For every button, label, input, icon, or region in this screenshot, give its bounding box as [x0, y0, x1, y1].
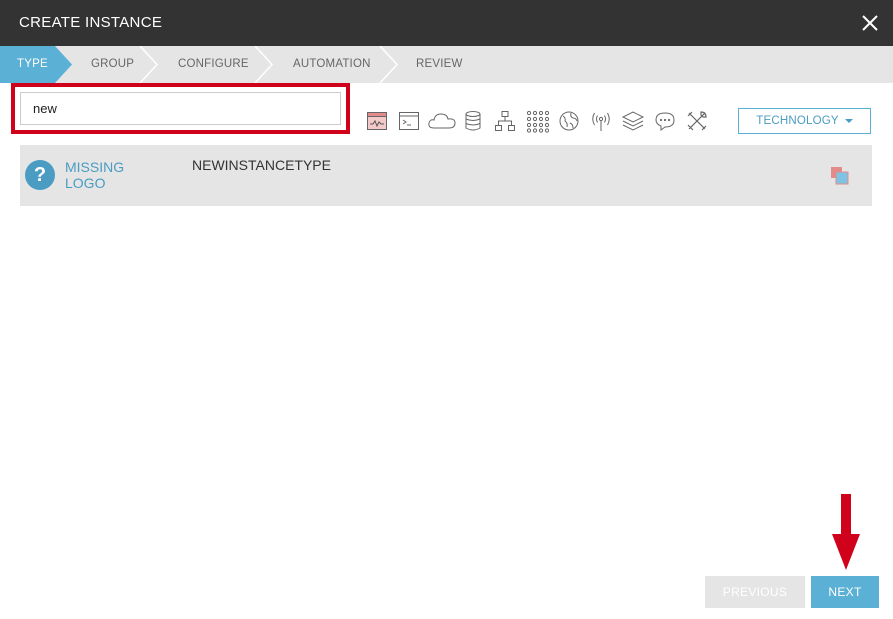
database-icon[interactable]	[461, 109, 485, 133]
chat-icon[interactable]	[653, 109, 677, 133]
arrow-down-indicator-icon	[832, 494, 860, 570]
caret-down-icon	[844, 118, 853, 123]
technology-dropdown[interactable]: TECHNOLOGY	[738, 108, 871, 134]
network-icon[interactable]	[493, 109, 517, 133]
wizard-steps: TYPE GROUP CONFIGURE AUTOMATION REVIEW	[0, 46, 893, 83]
cloud-icon[interactable]	[427, 109, 457, 133]
broadcast-icon[interactable]	[589, 109, 613, 133]
instance-type-row[interactable]: ? MISSING LOGO NEWINSTANCETYPE	[20, 145, 872, 206]
web-app-icon[interactable]	[365, 109, 389, 133]
modal-header: CREATE INSTANCE	[0, 0, 893, 46]
step-type[interactable]: TYPE	[17, 46, 48, 83]
create-instance-modal: CREATE INSTANCE TYPE GROUP CONFIGURE AUT…	[0, 0, 893, 619]
modal-title: CREATE INSTANCE	[19, 14, 163, 31]
tools-icon[interactable]	[685, 109, 709, 133]
copy-layers-icon[interactable]	[830, 166, 850, 186]
grid-icon[interactable]	[525, 109, 549, 133]
terminal-icon[interactable]	[397, 109, 421, 133]
next-button[interactable]: NEXT	[811, 576, 879, 608]
layers-icon[interactable]	[621, 109, 645, 133]
question-mark-icon: ?	[25, 160, 55, 190]
missing-logo-text: MISSING LOGO	[65, 159, 125, 191]
step-configure[interactable]: CONFIGURE	[178, 46, 249, 83]
globe-icon[interactable]	[557, 109, 581, 133]
technology-dropdown-label: TECHNOLOGY	[756, 115, 839, 127]
close-icon[interactable]	[859, 12, 881, 34]
instance-type-name: NEWINSTANCETYPE	[192, 157, 331, 173]
step-review[interactable]: REVIEW	[416, 46, 463, 83]
search-input[interactable]	[20, 92, 341, 125]
step-group[interactable]: GROUP	[91, 46, 134, 83]
previous-button[interactable]: PREVIOUS	[705, 576, 805, 608]
step-automation[interactable]: AUTOMATION	[293, 46, 371, 83]
